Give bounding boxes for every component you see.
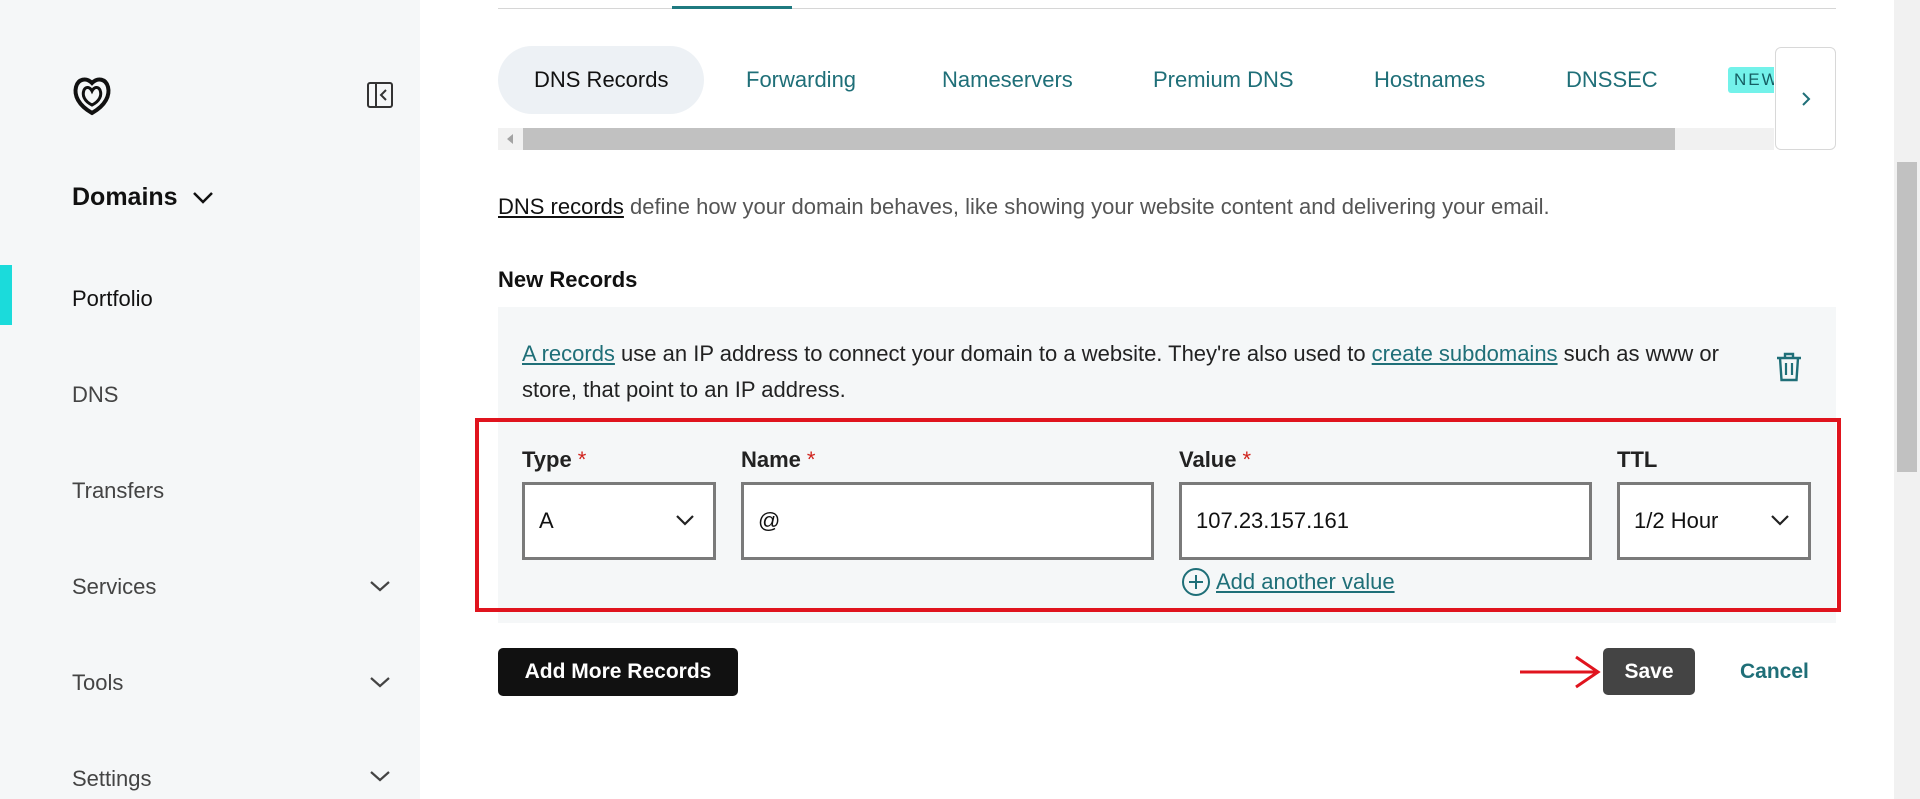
domains-title: Domains — [72, 183, 178, 212]
sidebar-item-settings[interactable]: Settings — [72, 766, 152, 792]
new-records-title: New Records — [498, 267, 637, 293]
scrollbar-thumb[interactable] — [523, 128, 1675, 150]
scrollbar-thumb[interactable] — [1897, 162, 1917, 472]
tabs-horizontal-scrollbar[interactable] — [498, 128, 1774, 150]
sidebar-item-portfolio[interactable]: Portfolio — [72, 286, 153, 312]
collapse-sidebar-icon[interactable] — [366, 81, 394, 109]
description-text: use an IP address to connect your domain… — [615, 341, 1372, 366]
a-record-description: A records use an IP address to connect y… — [522, 336, 1742, 408]
tab-premium-dns[interactable]: Premium DNS — [1153, 46, 1294, 114]
create-subdomains-link[interactable]: create subdomains — [1372, 341, 1558, 366]
tab-nameservers[interactable]: Nameservers — [942, 46, 1073, 114]
chevron-down-icon[interactable] — [368, 670, 392, 694]
chevron-down-icon — [192, 191, 214, 205]
scroll-left-arrow-icon[interactable] — [507, 134, 513, 144]
tabs-next-button[interactable] — [1775, 47, 1836, 150]
sidebar-item-services[interactable]: Services — [72, 574, 156, 600]
tab-dnssec[interactable]: DNSSEC — [1566, 46, 1658, 114]
chevron-down-icon[interactable] — [368, 574, 392, 598]
sidebar-item-transfers[interactable]: Transfers — [72, 478, 164, 504]
chevron-down-icon[interactable] — [368, 764, 392, 788]
domains-menu[interactable]: Domains — [72, 183, 214, 212]
chevron-right-icon — [1800, 90, 1812, 108]
tab-dns-records[interactable]: DNS Records — [498, 46, 704, 114]
add-more-records-button[interactable]: Add More Records — [498, 648, 738, 696]
a-records-link[interactable]: A records — [522, 341, 615, 366]
highlight-box — [475, 418, 1841, 612]
new-badge: NEW — [1728, 67, 1774, 93]
tab-hostnames[interactable]: Hostnames — [1374, 46, 1485, 114]
trash-icon[interactable] — [1774, 351, 1804, 383]
sidebar-item-tools[interactable]: Tools — [72, 670, 123, 696]
sidebar-item-dns[interactable]: DNS — [72, 382, 118, 408]
tab-forwarding[interactable]: Forwarding — [746, 46, 856, 114]
vertical-scrollbar[interactable] — [1894, 0, 1920, 799]
active-indicator — [0, 265, 12, 325]
dns-records-link[interactable]: DNS records — [498, 194, 624, 219]
sidebar: Domains Portfolio DNS Transfers Services… — [0, 0, 420, 799]
cancel-button[interactable]: Cancel — [1740, 660, 1809, 684]
top-tab-indicator — [672, 6, 792, 9]
dns-tabs: DNS Records Forwarding Nameservers Premi… — [498, 46, 1774, 114]
arrow-annotation-icon — [1518, 651, 1602, 693]
godaddy-logo-icon[interactable] — [70, 73, 114, 117]
intro-text: define how your domain behaves, like sho… — [624, 194, 1550, 219]
dns-intro: DNS records define how your domain behav… — [498, 194, 1550, 220]
save-button[interactable]: Save — [1603, 648, 1695, 695]
